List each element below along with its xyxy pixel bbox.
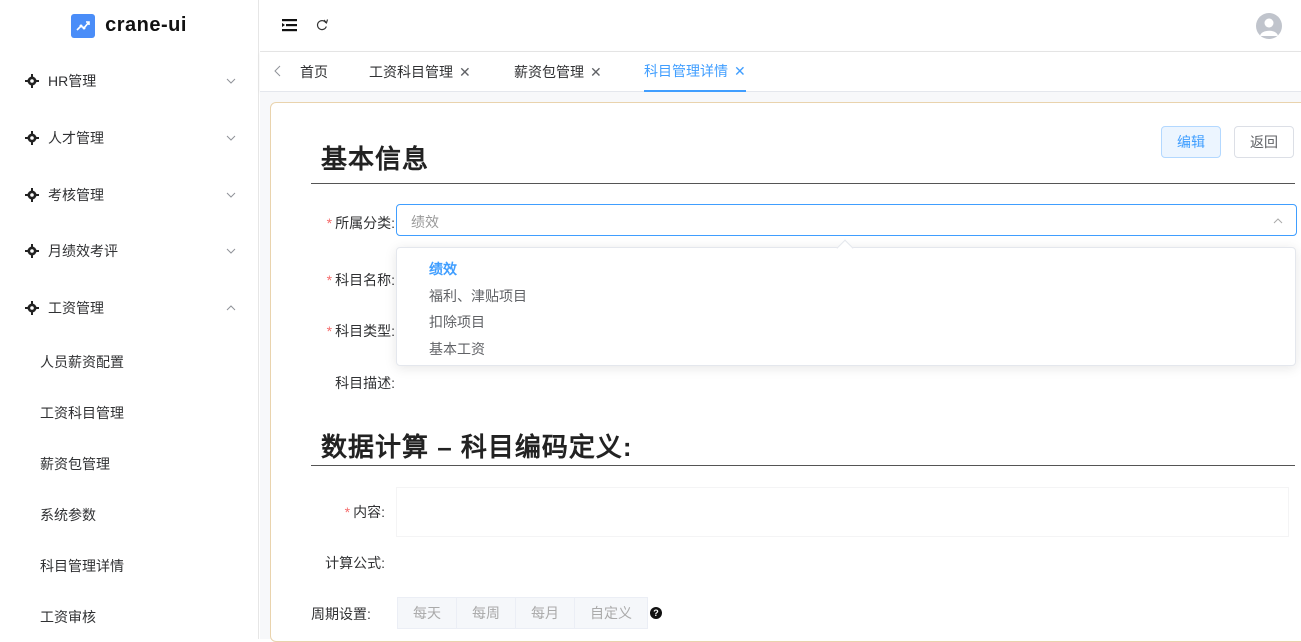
gear-icon [24,187,40,203]
sidebar-item-label: 月绩效考评 [48,241,118,261]
content-label: *内容: [311,502,385,522]
chevron-down-icon [226,133,236,143]
dropdown-option-performance[interactable]: 绩效 [429,259,457,279]
close-icon[interactable]: ✕ [734,63,746,80]
sidebar-item-monthly-performance[interactable]: 月绩效考评 [0,222,259,279]
gear-icon [24,243,40,259]
tabs-scroll-left-icon[interactable] [274,64,282,80]
sidebar-subitem-salary-subject-mgmt[interactable]: 工资科目管理 [0,387,259,438]
dropdown-option-welfare[interactable]: 福利、津贴项目 [429,286,527,306]
content-field[interactable] [396,487,1289,537]
chevron-down-icon [226,76,236,86]
divider [311,183,1295,184]
dropdown-option-base-salary[interactable]: 基本工资 [429,339,485,359]
tab-bar: 首页 工资科目管理 ✕ 薪资包管理 ✕ 科目管理详情 ✕ [260,52,1301,92]
subject-desc-label: 科目描述: [311,373,395,393]
tab-label: 科目管理详情 [644,61,728,81]
sidebar-subitem-salary-package-mgmt[interactable]: 薪资包管理 [0,438,259,489]
chevron-up-icon [226,303,236,313]
section-title-data-calc: 数据计算 – 科目编码定义: [321,427,633,464]
chevron-down-icon [226,190,236,200]
required-mark: * [327,215,332,231]
sidebar-subitem-staff-salary-config[interactable]: 人员薪资配置 [0,336,259,387]
close-icon[interactable]: ✕ [590,64,602,81]
category-label: *所属分类: [311,213,395,233]
dropdown-option-deduction[interactable]: 扣除项目 [429,312,485,332]
required-mark: * [327,323,332,339]
section-title-basic-info: 基本信息 [321,139,429,176]
refresh-icon[interactable] [315,18,329,37]
tab-salary-subject-mgmt[interactable]: 工资科目管理 ✕ [369,52,471,92]
sidebar-item-label: HR管理 [48,71,96,91]
logo[interactable]: crane-ui [0,0,258,52]
tab-label: 首页 [300,62,328,82]
avatar[interactable] [1256,13,1282,39]
app-name: crane-ui [105,14,187,37]
gear-icon [24,73,40,89]
edit-button[interactable]: 编辑 [1161,126,1221,158]
label-text: 科目类型: [335,323,395,339]
label-text: 科目名称: [335,272,395,288]
logo-icon [71,14,95,38]
sidebar-item-talent[interactable]: 人才管理 [0,109,259,166]
period-segmented-control: 每天 每周 每月 自定义 [398,597,648,629]
sidebar-item-label: 人才管理 [48,128,104,148]
detail-card: 基本信息 编辑 返回 *所属分类: 绩效 *科目名称: *科目类型: 科目描述:… [270,102,1301,642]
chevron-up-icon [1272,214,1284,232]
subject-name-label: *科目名称: [311,270,395,290]
tab-salary-package-mgmt[interactable]: 薪资包管理 ✕ [514,52,602,92]
sidebar-item-label: 工资管理 [48,298,104,318]
period-option-weekly[interactable]: 每周 [456,597,516,629]
gear-icon [24,300,40,316]
sidebar-item-salary[interactable]: 工资管理 [0,279,259,336]
subject-type-label: *科目类型: [311,321,395,341]
period-option-custom[interactable]: 自定义 [574,597,648,629]
sidebar-item-hr[interactable]: HR管理 [0,52,259,109]
chevron-down-icon [226,246,236,256]
formula-label: 计算公式: [311,553,385,573]
tab-home[interactable]: 首页 [300,52,328,92]
required-mark: * [327,272,332,288]
period-label: 周期设置: [311,604,375,624]
menu-fold-icon[interactable] [282,18,298,37]
sidebar-item-label: 考核管理 [48,185,104,205]
category-dropdown: 绩效 福利、津贴项目 扣除项目 基本工资 [396,247,1296,366]
tab-subject-detail[interactable]: 科目管理详情 ✕ [644,52,746,92]
back-button[interactable]: 返回 [1234,126,1294,158]
category-select-value: 绩效 [411,212,439,232]
sidebar-item-assessment[interactable]: 考核管理 [0,166,259,223]
close-icon[interactable]: ✕ [459,64,471,81]
sidebar: crane-ui HR管理 人才管理 考核管理 月绩效考评 工资管理 人员薪资配… [0,0,259,639]
sidebar-subitem-subject-detail[interactable]: 科目管理详情 [0,540,259,591]
label-text: 内容: [353,504,385,520]
required-mark: * [345,504,350,520]
label-text: 所属分类: [335,215,395,231]
gear-icon [24,130,40,146]
category-select[interactable]: 绩效 [396,204,1297,236]
sidebar-subitem-system-params[interactable]: 系统参数 [0,489,259,540]
tab-label: 薪资包管理 [514,62,584,82]
sidebar-subitem-salary-audit[interactable]: 工资审核 [0,591,259,642]
tab-label: 工资科目管理 [369,62,453,82]
top-header [260,0,1301,52]
period-option-monthly[interactable]: 每月 [515,597,575,629]
period-option-daily[interactable]: 每天 [397,597,457,629]
divider [311,465,1295,466]
help-icon[interactable]: ? [650,607,662,619]
